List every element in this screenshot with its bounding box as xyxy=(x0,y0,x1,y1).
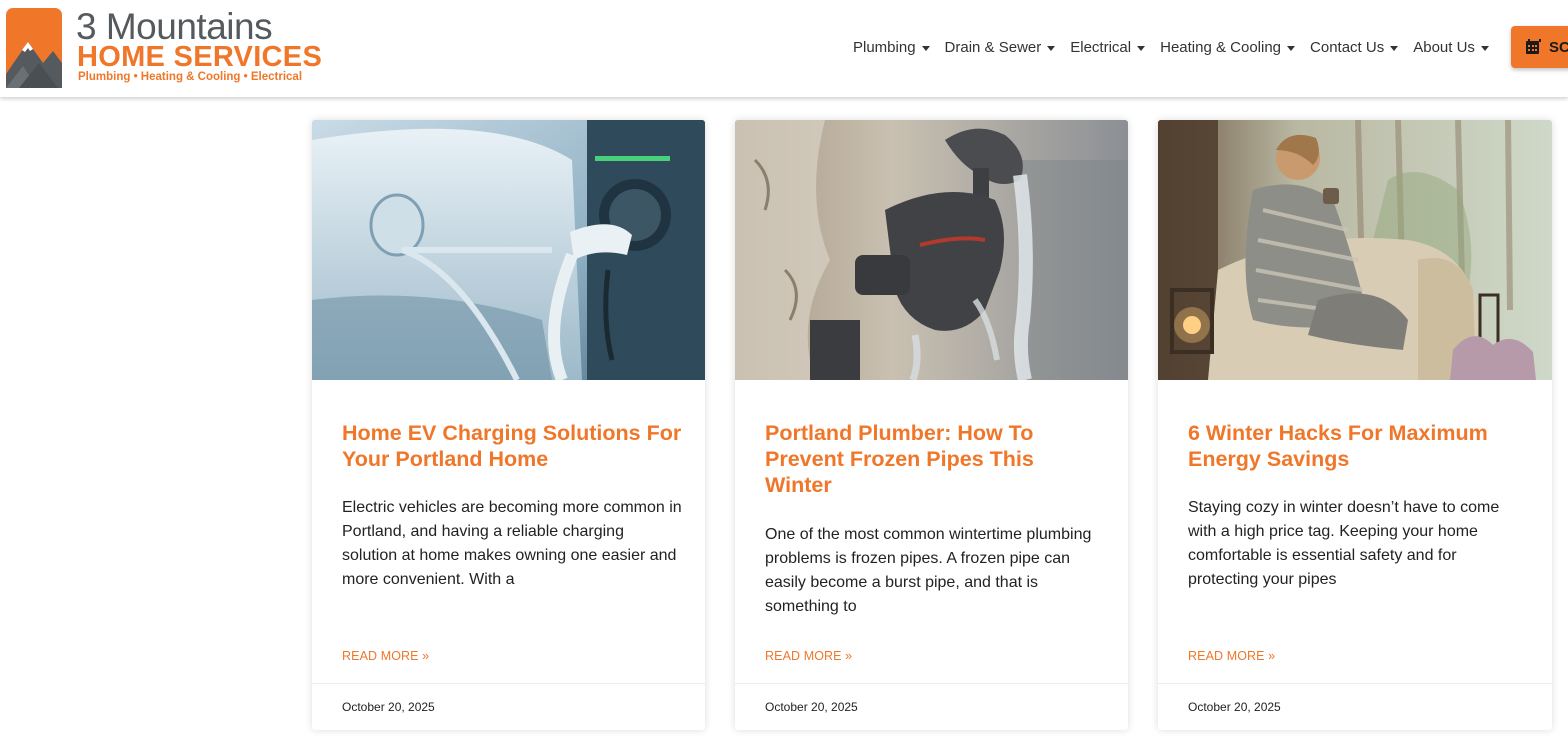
frozen-faucet-photo[interactable] xyxy=(735,120,1128,380)
schedule-button-label: SC xyxy=(1549,38,1568,56)
logo-name-line2: HOME SERVICES xyxy=(77,41,323,73)
post-date: October 20, 2025 xyxy=(1188,700,1281,714)
nav-item-label: Heating & Cooling xyxy=(1160,38,1282,56)
post-meta: October 20, 2025 xyxy=(312,683,705,730)
post-meta: October 20, 2025 xyxy=(735,683,1128,730)
blog-post-card: Portland Plumber: How To Prevent Frozen … xyxy=(735,120,1128,730)
main-nav: Plumbing Drain & Sewer Electrical Heatin… xyxy=(853,36,1504,58)
mountains-logo-icon xyxy=(6,8,62,88)
read-more-link[interactable]: READ MORE » xyxy=(342,649,429,663)
post-excerpt: Staying cozy in winter doesn’t have to c… xyxy=(1188,499,1500,588)
post-title[interactable]: Home EV Charging Solutions For Your Port… xyxy=(342,420,682,472)
nav-item-contact-us[interactable]: Contact Us xyxy=(1310,38,1399,56)
post-excerpt: Electric vehicles are becoming more comm… xyxy=(342,499,682,588)
nav-item-label: Drain & Sewer xyxy=(944,38,1042,56)
schedule-button[interactable]: SC xyxy=(1511,26,1568,68)
read-more-link[interactable]: READ MORE » xyxy=(1188,649,1275,663)
read-more-link[interactable]: READ MORE » xyxy=(765,649,852,663)
caret-down-icon xyxy=(1287,45,1296,51)
nav-item-label: Plumbing xyxy=(853,38,916,56)
nav-item-heating-cooling[interactable]: Heating & Cooling xyxy=(1160,38,1296,56)
nav-item-about-us[interactable]: About Us xyxy=(1413,39,1489,56)
nav-item-electrical[interactable]: Electrical xyxy=(1070,38,1146,56)
logo-tagline: Plumbing • Heating & Cooling • Electrica… xyxy=(78,71,303,83)
caret-down-icon xyxy=(1047,45,1056,51)
caret-down-icon xyxy=(921,45,930,51)
post-excerpt: One of the most common wintertime plumbi… xyxy=(765,526,1092,615)
cozy-winter-photo[interactable] xyxy=(1158,120,1552,380)
site-logo[interactable]: 3 Mountains HOME SERVICES Plumbing • Hea… xyxy=(6,8,322,90)
post-date: October 20, 2025 xyxy=(342,700,435,714)
caret-down-icon xyxy=(1137,45,1146,51)
blog-post-card: 6 Winter Hacks For Maximum Energy Saving… xyxy=(1158,120,1552,730)
nav-item-drain-sewer[interactable]: Drain & Sewer xyxy=(945,39,1056,56)
post-date: October 20, 2025 xyxy=(765,700,858,714)
ev-charger-photo[interactable] xyxy=(312,120,705,380)
nav-item-label: Electrical xyxy=(1070,38,1132,56)
post-title[interactable]: Portland Plumber: How To Prevent Frozen … xyxy=(765,420,1105,498)
site-header: 3 Mountains HOME SERVICES Plumbing • Hea… xyxy=(0,0,1568,97)
nav-item-plumbing[interactable]: Plumbing xyxy=(853,39,930,56)
nav-item-label: About Us xyxy=(1413,38,1475,56)
nav-item-label: Contact Us xyxy=(1310,38,1385,56)
calendar-icon xyxy=(1526,38,1541,54)
post-title[interactable]: 6 Winter Hacks For Maximum Energy Saving… xyxy=(1188,420,1528,472)
post-meta: October 20, 2025 xyxy=(1158,683,1552,730)
caret-down-icon xyxy=(1480,45,1489,51)
caret-down-icon xyxy=(1390,45,1399,51)
blog-post-card: Home EV Charging Solutions For Your Port… xyxy=(312,120,705,730)
